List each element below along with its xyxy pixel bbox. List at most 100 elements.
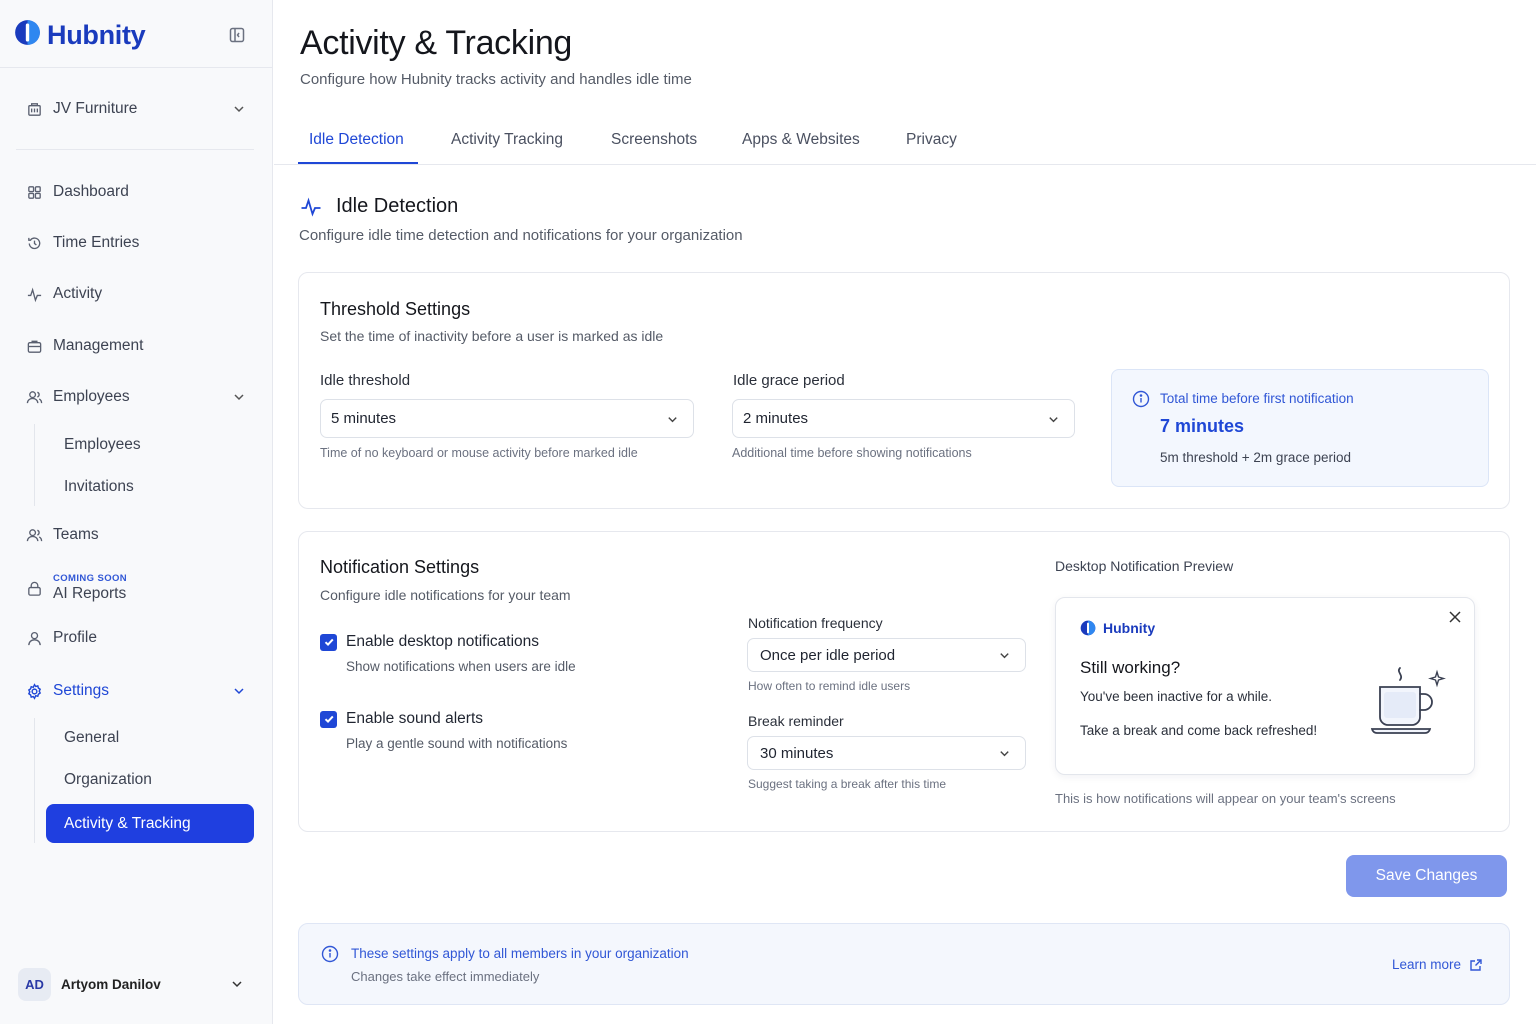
user-menu[interactable]: AD Artyom Danilov	[18, 967, 254, 1001]
frequency-help: How often to remind idle users	[748, 679, 911, 693]
card-title: Threshold Settings	[320, 299, 471, 319]
notification-brand-name: Hubnity	[1103, 620, 1156, 636]
sidebar-item-label: Profile	[53, 629, 97, 646]
close-icon[interactable]	[1448, 610, 1462, 624]
sidebar-item-activity[interactable]: Activity	[14, 275, 258, 313]
divider	[0, 67, 272, 68]
notification-body: You've been inactive for a while.	[1080, 689, 1272, 704]
sidebar-item-employees[interactable]: Employees	[14, 378, 258, 416]
sidebar: Hubnity JV Furniture Dashboard Time Entr…	[0, 0, 273, 1024]
brand[interactable]: Hubnity	[14, 18, 146, 52]
tab-apps-websites[interactable]: Apps & Websites	[742, 131, 860, 149]
notification-brand: Hubnity	[1080, 620, 1155, 636]
select-value: Once per idle period	[760, 646, 896, 664]
notification-preview: Hubnity Still working? You've been inact…	[1055, 597, 1475, 775]
select-value: 5 minutes	[331, 410, 397, 427]
gear-icon	[27, 682, 42, 700]
sidebar-subitem-activity-tracking[interactable]: Activity & Tracking	[46, 804, 254, 843]
notification-body: Take a break and come back refreshed!	[1080, 723, 1318, 738]
tree-line	[34, 718, 35, 843]
users-icon	[26, 390, 43, 403]
sidebar-item-ai-reports[interactable]: COMING SOON AI Reports	[14, 568, 258, 608]
checkbox-description: Show notifications when users are idle	[346, 659, 576, 674]
frequency-select[interactable]: Once per idle period	[747, 638, 1026, 672]
info-icon	[1132, 390, 1150, 408]
sidebar-item-settings[interactable]: Settings	[14, 672, 258, 710]
sidebar-item-teams[interactable]: Teams	[14, 516, 258, 554]
chevron-down-icon	[234, 394, 244, 401]
grace-period-label: Idle grace period	[733, 372, 845, 389]
coffee-cup-icon	[1370, 667, 1446, 734]
coming-soon-badge: COMING SOON	[53, 573, 128, 585]
card-subtitle: Configure idle notifications for your te…	[320, 587, 571, 603]
chevron-down-icon	[1000, 751, 1009, 757]
section-subtitle: Configure idle time detection and notifi…	[299, 227, 743, 244]
total-time-info: Total time before first notification 7 m…	[1111, 369, 1489, 487]
checkbox-label: Enable desktop notifications	[346, 633, 540, 650]
grace-period-select[interactable]: 2 minutes	[732, 399, 1075, 438]
building-icon	[28, 102, 41, 116]
tab-activity-tracking[interactable]: Activity Tracking	[451, 131, 563, 149]
sidebar-subitem-organization[interactable]: Organization	[46, 761, 254, 799]
chevron-down-icon	[668, 417, 677, 423]
user-name: Artyom Danilov	[61, 976, 161, 992]
desktop-notifications-toggle[interactable]: Enable desktop notifications	[320, 633, 539, 651]
checkbox-checked-icon[interactable]	[320, 710, 337, 728]
briefcase-icon	[27, 340, 42, 353]
info-title: Total time before first notification	[1160, 391, 1354, 406]
lock-icon	[28, 581, 41, 596]
active-tab-indicator	[298, 162, 418, 164]
card-title: Notification Settings	[320, 557, 480, 577]
sidebar-item-label: Management	[53, 337, 144, 354]
divider	[16, 149, 254, 150]
sidebar-item-profile[interactable]: Profile	[14, 619, 258, 657]
sidebar-subitem-employees[interactable]: Employees	[46, 426, 254, 464]
save-button[interactable]: Save Changes	[1346, 855, 1507, 897]
sidebar-item-label: Settings	[53, 682, 110, 699]
notification-settings-card: Notification Settings Configure idle not…	[298, 531, 1510, 832]
sound-alerts-toggle[interactable]: Enable sound alerts	[320, 710, 483, 728]
idle-threshold-select[interactable]: 5 minutes	[320, 399, 694, 438]
chevron-down-icon	[232, 981, 242, 988]
card-subtitle: Set the time of inactivity before a user…	[320, 328, 664, 344]
sidebar-item-time-entries[interactable]: Time Entries	[14, 224, 258, 262]
sidebar-item-label: Employees	[53, 388, 130, 405]
chevron-down-icon	[234, 106, 244, 113]
tab-screenshots[interactable]: Screenshots	[611, 131, 697, 149]
checkbox-checked-icon[interactable]	[320, 633, 337, 651]
workspace-selector[interactable]: JV Furniture	[14, 90, 258, 128]
learn-more-link[interactable]: Learn more	[1392, 957, 1483, 972]
tab-privacy[interactable]: Privacy	[906, 131, 957, 149]
tab-idle-detection[interactable]: Idle Detection	[309, 131, 404, 149]
main-content: Activity & Tracking Configure how Hubnit…	[274, 0, 1536, 1024]
checkbox-label: Enable sound alerts	[346, 710, 484, 727]
sidebar-subitem-general[interactable]: General	[46, 719, 254, 757]
sidebar-item-label: Teams	[53, 526, 99, 543]
avatar: AD	[18, 967, 51, 1001]
notice-title: These settings apply to all members in y…	[351, 946, 689, 961]
notification-title: Still working?	[1080, 658, 1181, 677]
select-value: 2 minutes	[743, 410, 809, 427]
grid-icon	[28, 185, 41, 199]
section-title: Idle Detection	[336, 195, 459, 217]
preview-label: Desktop Notification Preview	[1055, 558, 1234, 574]
sidebar-item-label: AI Reports	[53, 584, 127, 602]
select-value: 30 minutes	[760, 744, 834, 762]
break-reminder-help: Suggest taking a break after this time	[748, 777, 947, 791]
sidebar-item-dashboard[interactable]: Dashboard	[14, 173, 258, 211]
grace-period-help: Additional time before showing notificat…	[732, 446, 972, 460]
page-subtitle: Configure how Hubnity tracks activity an…	[300, 71, 692, 88]
checkbox-description: Play a gentle sound with notifications	[346, 736, 568, 751]
org-settings-notice: These settings apply to all members in y…	[298, 923, 1510, 1005]
preview-footnote: This is how notifications will appear on…	[1055, 791, 1396, 806]
sidebar-item-label: Time Entries	[53, 234, 140, 251]
threshold-settings-card: Threshold Settings Set the time of inact…	[298, 272, 1510, 509]
notice-subtitle: Changes take effect immediately	[351, 969, 540, 984]
learn-more-label: Learn more	[1392, 957, 1462, 972]
break-reminder-select[interactable]: 30 minutes	[747, 736, 1026, 770]
external-link-icon	[1470, 958, 1482, 971]
sidebar-toggle-icon[interactable]	[228, 26, 246, 44]
sidebar-item-management[interactable]: Management	[14, 327, 258, 365]
sidebar-subitem-invitations[interactable]: Invitations	[46, 468, 254, 506]
page-title: Activity & Tracking	[300, 24, 573, 62]
